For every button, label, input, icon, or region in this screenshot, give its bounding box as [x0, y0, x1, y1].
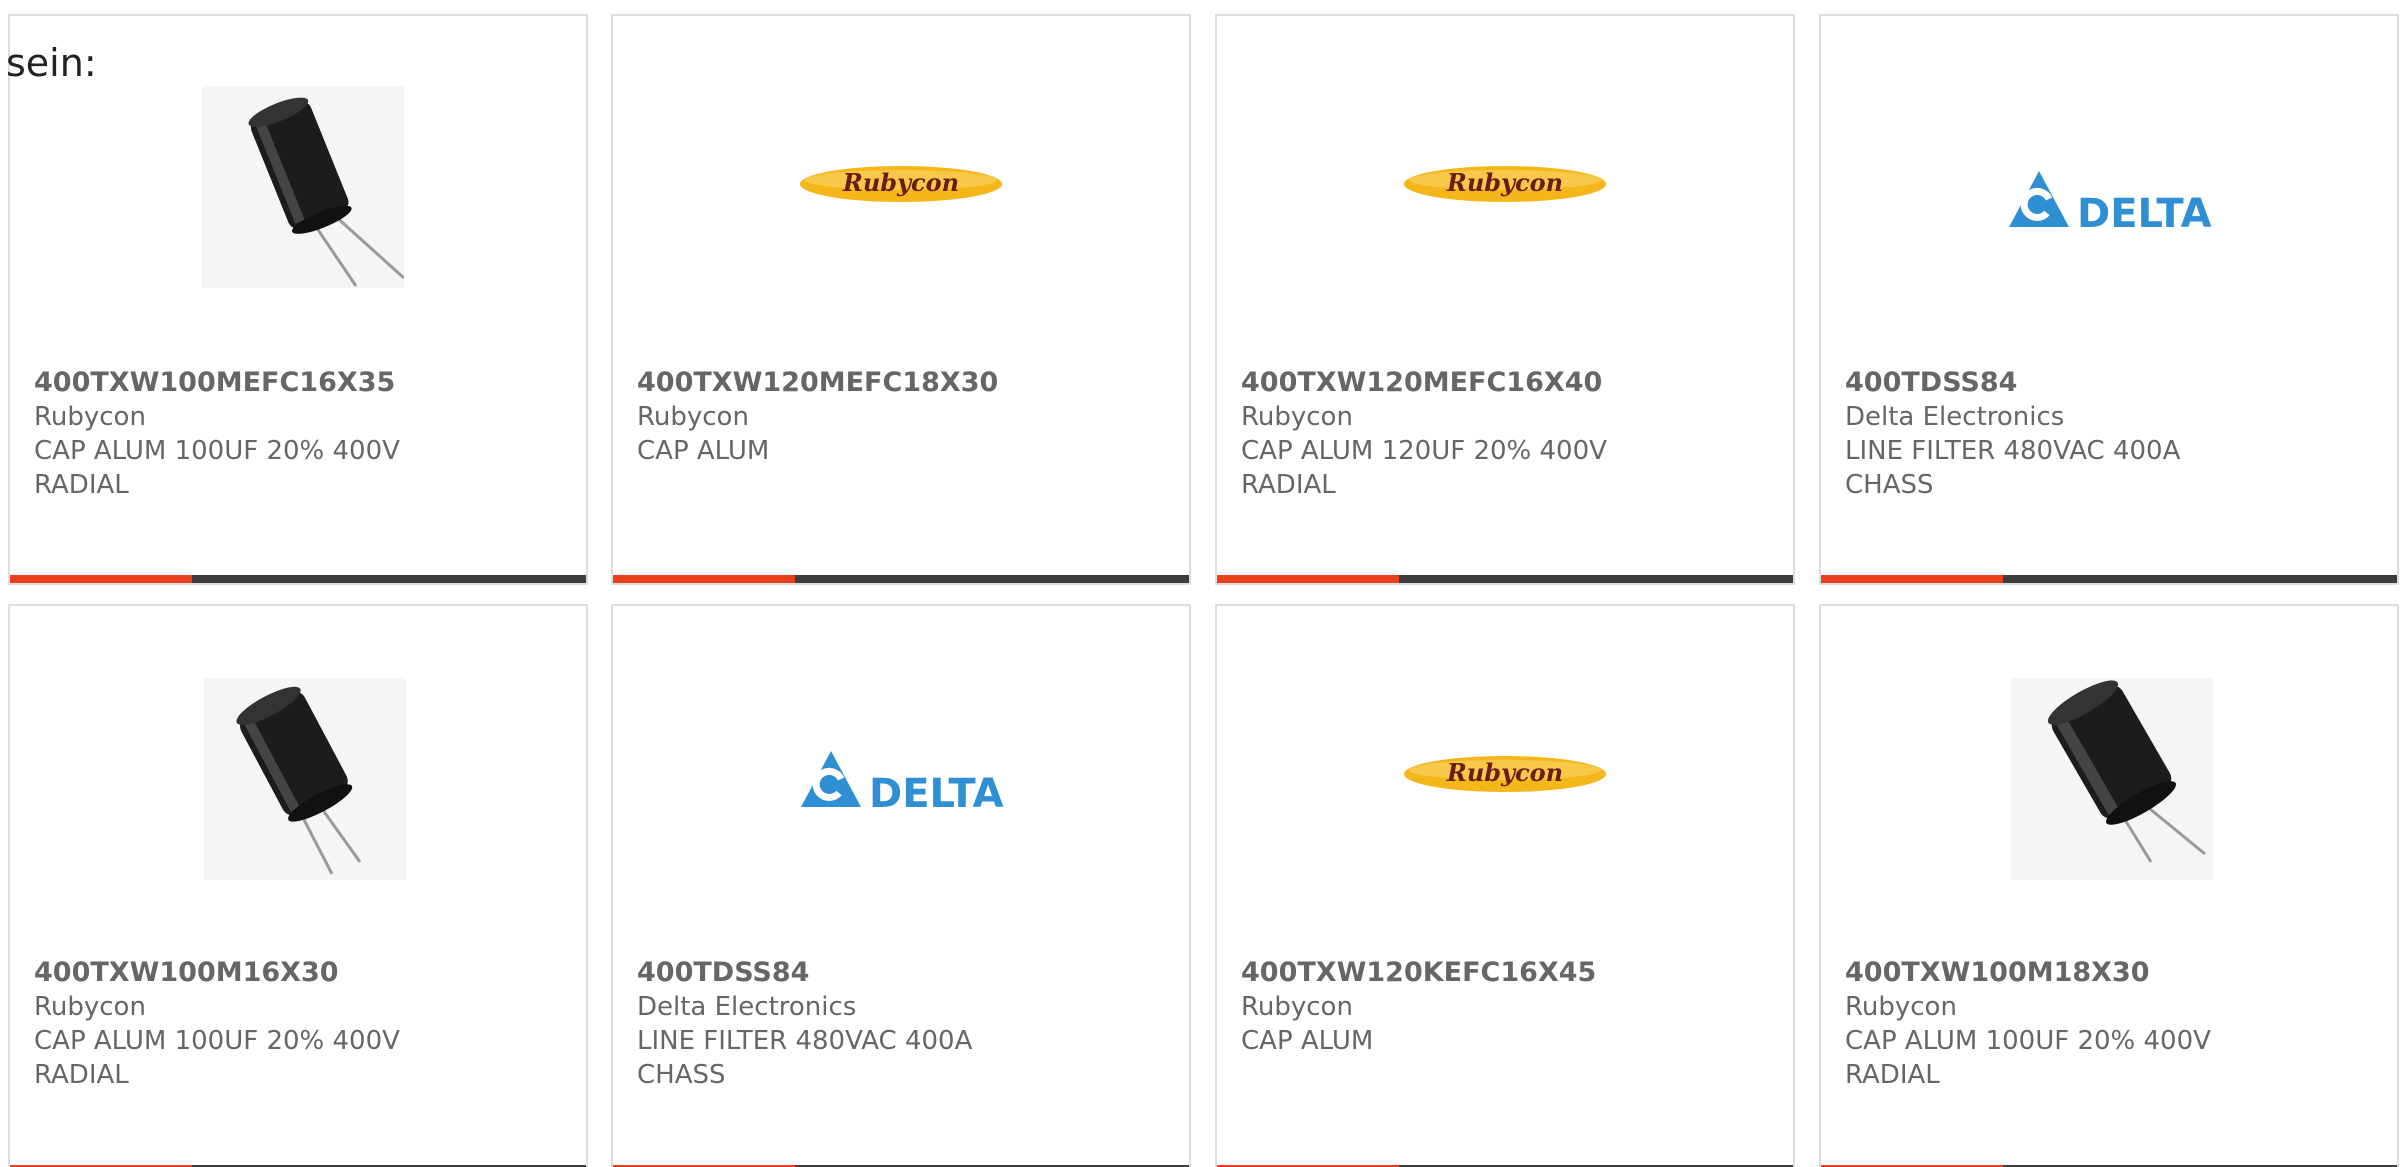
capacitor-image: [236, 686, 362, 875]
bar-accent: [1821, 575, 2003, 583]
product-info: 400TDSS84 Delta Electronics LINE FILTER …: [637, 956, 1165, 1092]
card-bottom-bar: [1217, 575, 1793, 583]
manufacturer: Rubycon: [1845, 992, 1957, 1022]
product-info: 400TXW120MEFC18X30 Rubycon CAP ALUM: [637, 366, 1165, 468]
part-number[interactable]: 400TXW100M18X30: [1845, 956, 2373, 990]
product-card[interactable]: 400TXW100M16X30 Rubycon CAP ALUM 100UF 2…: [8, 604, 588, 1167]
product-image[interactable]: [1821, 606, 2397, 936]
description: LINE FILTER 480VAC 400A CHASS: [637, 1026, 973, 1090]
description: CAP ALUM 100UF 20% 400V RADIAL: [34, 436, 400, 500]
product-card[interactable]: DELTA 400TDSS84 Delta Electronics LINE F…: [1819, 14, 2399, 585]
product-image[interactable]: DELTA: [613, 606, 1189, 936]
part-number[interactable]: 400TXW120MEFC18X30: [637, 366, 1165, 400]
product-info: 400TXW100M18X30 Rubycon CAP ALUM 100UF 2…: [1845, 956, 2373, 1092]
product-image[interactable]: Rubycon: [613, 16, 1189, 346]
description: CAP ALUM: [1241, 1026, 1374, 1056]
rubycon-logo: Rubycon: [1404, 756, 1606, 792]
logo-text: Rubycon: [1446, 758, 1563, 787]
logo-text: DELTA: [869, 771, 1003, 811]
manufacturer: Rubycon: [1241, 402, 1353, 432]
product-info: 400TDSS84 Delta Electronics LINE FILTER …: [1845, 366, 2373, 502]
part-number[interactable]: 400TXW100MEFC16X35: [34, 366, 562, 400]
capacitor-image: [248, 97, 404, 287]
intro-text: sein:: [6, 41, 97, 85]
product-grid-page: sein: 400TXW100MEFC16X35 Rubycon CAP ALU…: [0, 0, 2400, 1167]
rubycon-logo: Rubycon: [800, 166, 1002, 202]
product-card[interactable]: 400TXW100M18X30 Rubycon CAP ALUM 100UF 2…: [1819, 604, 2399, 1167]
manufacturer: Delta Electronics: [1845, 402, 2065, 432]
bar-accent: [1217, 575, 1399, 583]
part-number[interactable]: 400TDSS84: [1845, 366, 2373, 400]
product-card[interactable]: Rubycon 400TXW120MEFC16X40 Rubycon CAP A…: [1215, 14, 1795, 585]
product-image[interactable]: [10, 606, 586, 936]
product-image[interactable]: Rubycon: [1217, 606, 1793, 936]
product-card[interactable]: DELTA 400TDSS84 Delta Electronics LINE F…: [611, 604, 1191, 1167]
product-image[interactable]: DELTA: [1821, 16, 2397, 346]
part-number[interactable]: 400TXW100M16X30: [34, 956, 562, 990]
card-bottom-bar: [613, 575, 1189, 583]
delta-logo: DELTA: [2009, 171, 2211, 231]
bar-accent: [10, 575, 192, 583]
logo-text: Rubycon: [1446, 168, 1563, 197]
manufacturer: Rubycon: [34, 992, 146, 1022]
product-info: 400TXW120MEFC16X40 Rubycon CAP ALUM 120U…: [1241, 366, 1769, 502]
card-bottom-bar: [1821, 575, 2397, 583]
product-card[interactable]: Rubycon 400TXW120MEFC18X30 Rubycon CAP A…: [611, 14, 1191, 585]
manufacturer: Rubycon: [1241, 992, 1353, 1022]
product-card[interactable]: Rubycon 400TXW120KEFC16X45 Rubycon CAP A…: [1215, 604, 1795, 1167]
bar-accent: [613, 575, 795, 583]
manufacturer: Rubycon: [34, 402, 146, 432]
card-bottom-bar: [10, 575, 586, 583]
description: LINE FILTER 480VAC 400A CHASS: [1845, 436, 2181, 500]
product-info: 400TXW100MEFC16X35 Rubycon CAP ALUM 100U…: [34, 366, 562, 502]
delta-logo: DELTA: [801, 751, 1003, 811]
part-number[interactable]: 400TXW120KEFC16X45: [1241, 956, 1769, 990]
rubycon-logo: Rubycon: [1404, 166, 1606, 202]
description: CAP ALUM 100UF 20% 400V RADIAL: [1845, 1026, 2211, 1090]
manufacturer: Delta Electronics: [637, 992, 857, 1022]
part-number[interactable]: 400TDSS84: [637, 956, 1165, 990]
description: CAP ALUM: [637, 436, 770, 466]
logo-text: Rubycon: [842, 168, 959, 197]
part-number[interactable]: 400TXW120MEFC16X40: [1241, 366, 1769, 400]
product-card[interactable]: 400TXW100MEFC16X35 Rubycon CAP ALUM 100U…: [8, 14, 588, 585]
product-image[interactable]: Rubycon: [1217, 16, 1793, 346]
product-info: 400TXW120KEFC16X45 Rubycon CAP ALUM: [1241, 956, 1769, 1058]
description: CAP ALUM 100UF 20% 400V RADIAL: [34, 1026, 400, 1090]
product-info: 400TXW100M16X30 Rubycon CAP ALUM 100UF 2…: [34, 956, 562, 1092]
description: CAP ALUM 120UF 20% 400V RADIAL: [1241, 436, 1607, 500]
manufacturer: Rubycon: [637, 402, 749, 432]
logo-text: DELTA: [2077, 191, 2211, 231]
capacitor-image: [2047, 680, 2206, 863]
